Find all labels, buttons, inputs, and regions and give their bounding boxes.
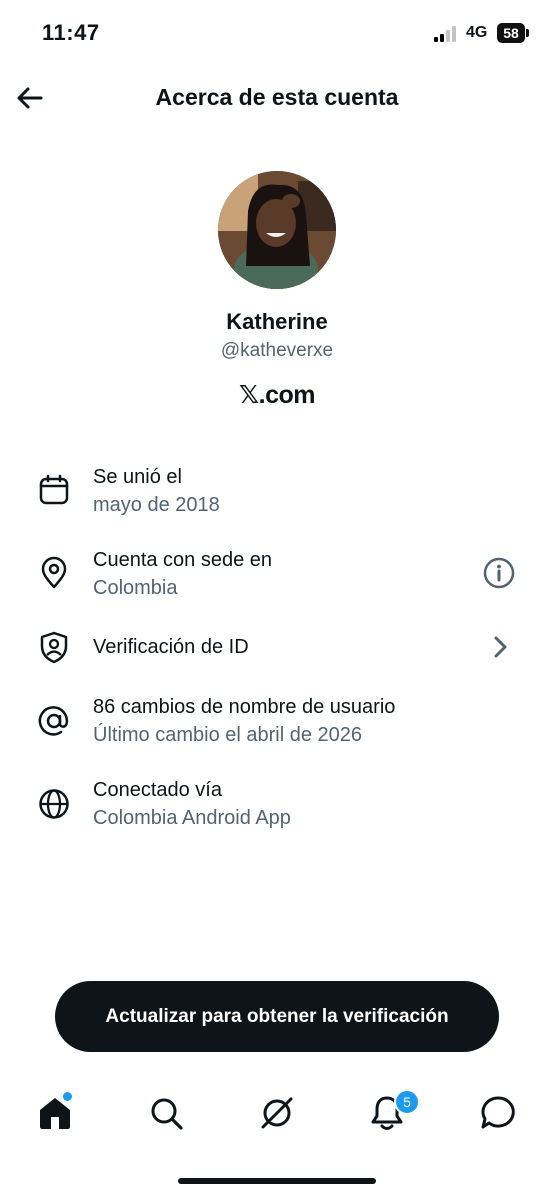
id-verification-label[interactable]: Verificación de ID [93,636,249,659]
username-last-change: Último cambio el abril de 2026 [93,724,363,746]
at-sign-icon [37,704,71,738]
profile-handle: @katheverxe [220,340,334,361]
grok-icon[interactable] [257,1093,297,1133]
location-pin-icon [37,556,71,590]
location-title: Cuenta con sede en [93,549,273,571]
info-icon[interactable] [482,556,516,590]
status-time: 11:47 [42,20,100,45]
connected-via-value: Colombia Android App [93,807,291,829]
avatar[interactable] [218,171,336,289]
notifications-badge: 5 [394,1089,420,1115]
battery-icon: 58 [497,23,525,43]
location-value: Colombia [93,577,178,599]
battery-tip [526,29,529,37]
messages-icon[interactable] [478,1093,518,1133]
signal-strength-icon [434,25,460,42]
get-verified-button[interactable]: Actualizar para obtener la verificación [55,981,499,1052]
platform-label: 𝕏.com [239,381,316,409]
profile-name: Katherine [226,309,328,334]
connected-via-title: Conectado vía [93,779,222,801]
joined-title: Se unió el [93,466,182,488]
page-title: Acerca de esta cuenta [155,84,399,110]
chevron-right-icon[interactable] [484,630,518,664]
home-indicator [178,1178,376,1184]
search-icon[interactable] [146,1093,186,1133]
globe-icon [37,787,71,821]
joined-date: mayo de 2018 [93,494,220,516]
network-type: 4G [466,24,488,41]
username-changes-title: 86 cambios de nombre de usuario [93,696,396,718]
calendar-icon [37,473,71,507]
id-shield-icon[interactable] [37,630,71,664]
home-unread-dot [61,1090,74,1103]
